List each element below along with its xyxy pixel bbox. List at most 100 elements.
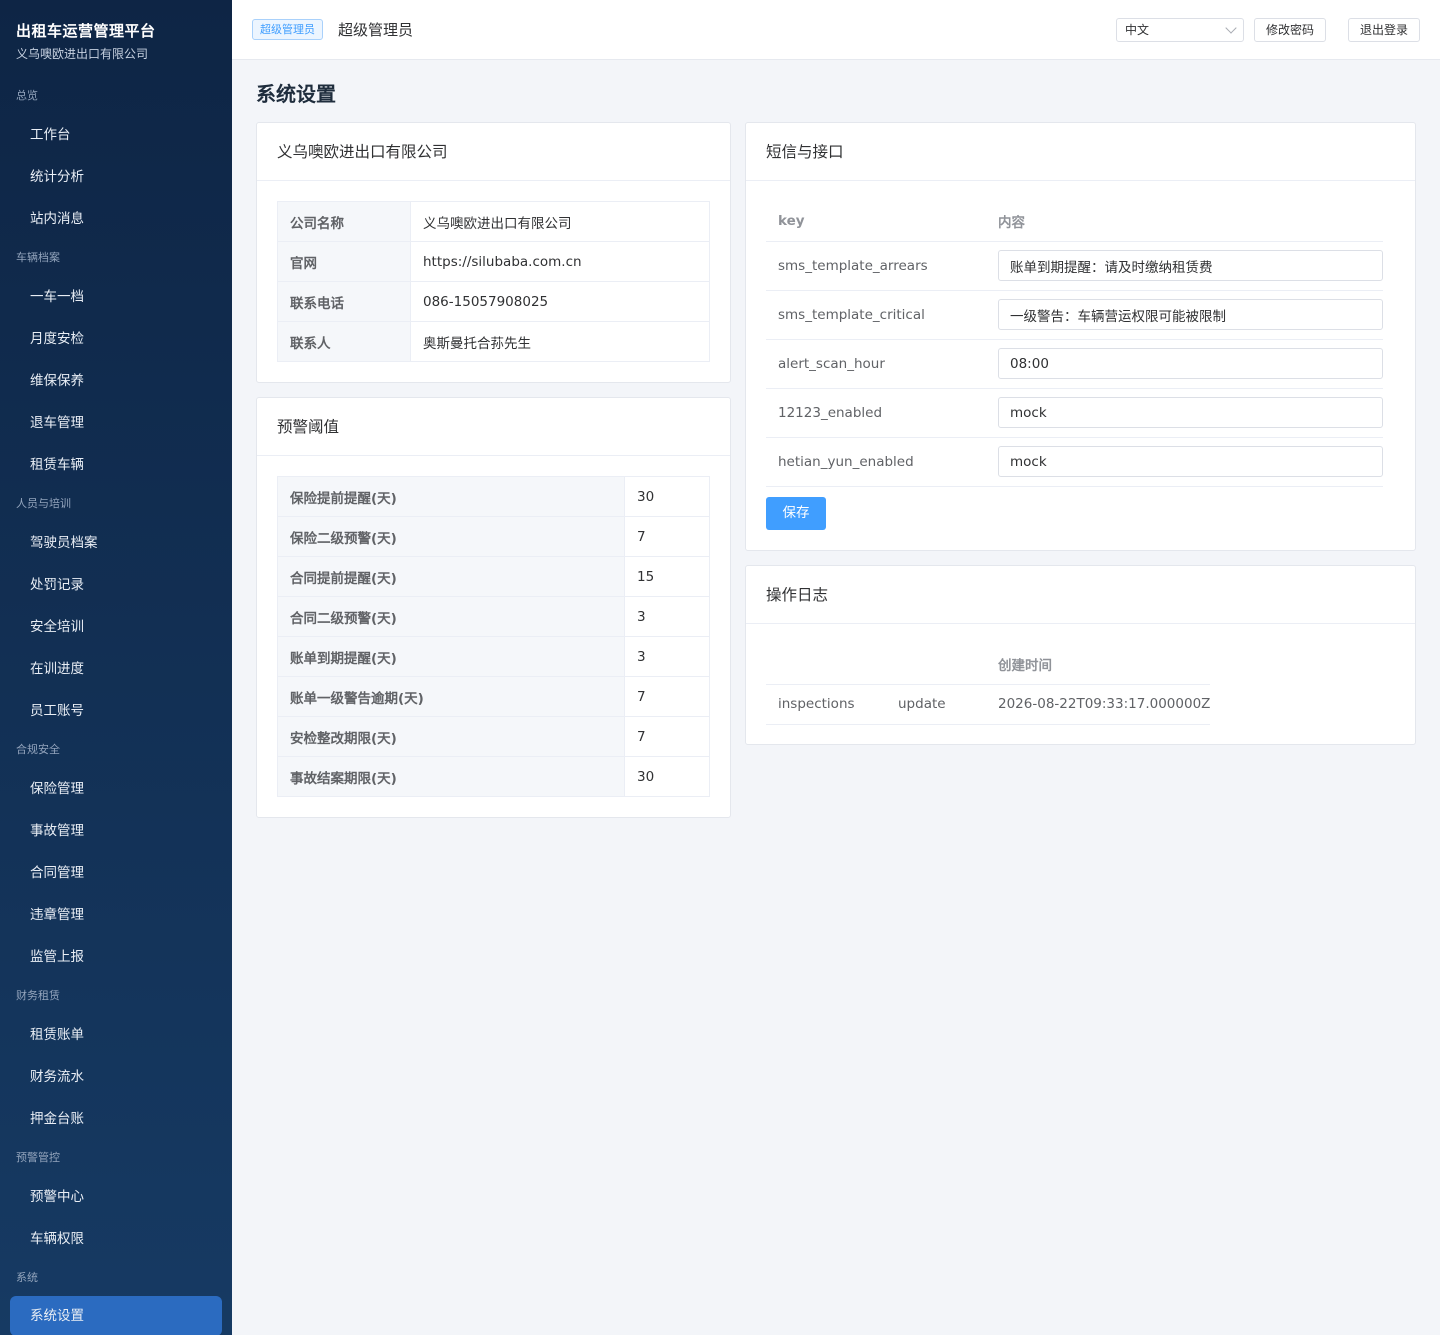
setting-value-cell	[986, 437, 1383, 487]
sidebar-item[interactable]: 监管上报	[0, 936, 232, 978]
threshold-card: 预警阈值 保险提前提醒(天) 30 保险二级预警(天) 7 合同提前提醒(天) 15 合同二…	[256, 397, 731, 818]
table-row: sms_template_arrears	[766, 241, 1383, 291]
table-row: hetian_yun_enabled	[766, 437, 1383, 487]
sidebar-item[interactable]: 安全培训	[0, 606, 232, 648]
sidebar-item[interactable]: 一车一档	[0, 276, 232, 318]
sidebar-item[interactable]: 工作台	[0, 114, 232, 156]
table-row: 官网 https://silubaba.com.cn	[277, 241, 710, 282]
setting-value-input[interactable]	[998, 299, 1383, 330]
oplog-col-action	[886, 645, 986, 685]
row-label: 合同二级预警(天)	[277, 596, 625, 637]
table-row: inspections update 2026-08-22T09:33:17.000…	[766, 684, 1211, 725]
company-card-title: 义乌噢欧进出口有限公司	[257, 123, 730, 181]
row-value: 086-15057908025	[410, 281, 710, 322]
sms-card-title: 短信与接口	[746, 123, 1415, 181]
brand-title: 出租车运营管理平台	[16, 22, 156, 40]
sidebar-item[interactable]: 押金台账	[0, 1098, 232, 1140]
sidebar-nav: 总览工作台 统计分析 站内消息车辆档案一车一档 月度安检 维保保养 退车管理 租赁车辆人员与…	[0, 78, 232, 1335]
sidebar-item[interactable]: 违章管理	[0, 894, 232, 936]
table-row: 账单到期提醒(天) 3	[277, 636, 710, 677]
row-label: 合同提前提醒(天)	[277, 556, 625, 597]
sidebar-item[interactable]: 预警中心	[0, 1176, 232, 1218]
threshold-card-title: 预警阈值	[257, 398, 730, 456]
oplog-col-time: 创建时间	[986, 645, 1211, 685]
chevron-down-icon	[1225, 22, 1237, 34]
sidebar-item[interactable]: 财务流水	[0, 1056, 232, 1098]
threshold-table: 保险提前提醒(天) 30 保险二级预警(天) 7 合同提前提醒(天) 15 合同二级预警(天…	[277, 476, 710, 797]
row-value: 7	[624, 676, 710, 717]
sidebar-item[interactable]: 处罚记录	[0, 564, 232, 606]
setting-value-input[interactable]	[998, 397, 1383, 428]
language-select[interactable]: 中文	[1116, 18, 1244, 42]
row-value: 3	[624, 596, 710, 637]
sidebar-item[interactable]: 在训进度	[0, 648, 232, 690]
oplog-table: 创建时间 inspections update 2026-08-22T09:33:1…	[766, 645, 1211, 725]
row-label: 账单到期提醒(天)	[277, 636, 625, 677]
row-value: 30	[624, 756, 710, 797]
sidebar-item[interactable]: 合同管理	[0, 852, 232, 894]
sidebar-item[interactable]: 租赁车辆	[0, 444, 232, 486]
row-label: 账单一级警告逾期(天)	[277, 676, 625, 717]
setting-value-cell	[986, 388, 1383, 438]
nav-group-title: 系统	[16, 1271, 38, 1284]
setting-value-input[interactable]	[998, 446, 1383, 477]
oplog-card: 操作日志 创建时间 inspections update 2026-08-22T09…	[745, 565, 1416, 745]
language-value: 中文	[1125, 23, 1150, 37]
log-action: update	[886, 684, 986, 725]
nav-group-title: 总览	[16, 89, 38, 102]
save-button[interactable]: 保存	[766, 497, 826, 530]
top-header: 超级管理员 超级管理员 中文 修改密码 退出登录	[232, 0, 1440, 60]
sidebar-item[interactable]: 月度安检	[0, 318, 232, 360]
setting-key: 12123_enabled	[766, 388, 986, 438]
sms-col-content: 内容	[986, 202, 1383, 242]
sidebar-item[interactable]: 保险管理	[0, 768, 232, 810]
table-row: alert_scan_hour	[766, 339, 1383, 389]
setting-value-cell	[986, 290, 1383, 340]
nav-group-title: 人员与培训	[16, 497, 71, 510]
role-badge: 超级管理员	[252, 19, 323, 40]
sidebar-item[interactable]: 系统设置	[10, 1296, 222, 1335]
oplog-col-module	[766, 645, 886, 685]
row-label: 事故结案期限(天)	[277, 756, 625, 797]
table-row: 联系人 奥斯曼托合荪先生	[277, 321, 710, 362]
row-label: 保险提前提醒(天)	[277, 476, 625, 517]
setting-value-input[interactable]	[998, 250, 1383, 281]
nav-group-title: 车辆档案	[16, 251, 60, 264]
row-value: 3	[624, 636, 710, 677]
nav-group-title: 预警管控	[16, 1151, 60, 1164]
sidebar-item[interactable]: 驾驶员档案	[0, 522, 232, 564]
table-row: sms_template_critical	[766, 290, 1383, 340]
company-info-table: 公司名称 义乌噢欧进出口有限公司 官网 https://silubaba.com.cn…	[277, 201, 710, 362]
sms-col-key: key	[766, 202, 986, 242]
logout-button[interactable]: 退出登录	[1348, 18, 1420, 42]
table-row: 安检整改期限(天) 7	[277, 716, 710, 757]
sidebar-item[interactable]: 租赁账单	[0, 1014, 232, 1056]
change-password-button[interactable]: 修改密码	[1254, 18, 1326, 42]
row-value: 7	[624, 516, 710, 557]
setting-key: sms_template_critical	[766, 290, 986, 340]
sidebar-item[interactable]: 维保保养	[0, 360, 232, 402]
setting-value-input[interactable]	[998, 348, 1383, 379]
page-title: 系统设置	[256, 82, 336, 106]
table-row: 合同提前提醒(天) 15	[277, 556, 710, 597]
sidebar: 出租车运营管理平台 义乌噢欧进出口有限公司 总览 工作台 统计分析 站内消息 车辆档案一…	[0, 0, 232, 1335]
row-value: 7	[624, 716, 710, 757]
sidebar-item[interactable]: 站内消息	[0, 198, 232, 240]
setting-value-cell	[986, 241, 1383, 291]
sidebar-item[interactable]: 员工账号	[0, 690, 232, 732]
row-label: 保险二级预警(天)	[277, 516, 625, 557]
user-name: 超级管理员	[338, 21, 414, 39]
row-value: https://silubaba.com.cn	[410, 241, 710, 282]
sms-card: 短信与接口 key 内容 sms_template_arrearssms_tem…	[745, 122, 1416, 551]
sidebar-item[interactable]: 事故管理	[0, 810, 232, 852]
company-card: 义乌噢欧进出口有限公司 公司名称 义乌噢欧进出口有限公司 官网 https://sil…	[256, 122, 731, 383]
row-label: 官网	[277, 241, 411, 282]
sidebar-item[interactable]: 退车管理	[0, 402, 232, 444]
sidebar-item[interactable]: 统计分析	[0, 156, 232, 198]
table-row: 合同二级预警(天) 3	[277, 596, 710, 637]
row-value: 奥斯曼托合荪先生	[410, 321, 710, 362]
setting-key: sms_template_arrears	[766, 241, 986, 291]
row-value: 义乌噢欧进出口有限公司	[410, 201, 710, 242]
row-value: 15	[624, 556, 710, 597]
sidebar-item[interactable]: 车辆权限	[0, 1218, 232, 1260]
